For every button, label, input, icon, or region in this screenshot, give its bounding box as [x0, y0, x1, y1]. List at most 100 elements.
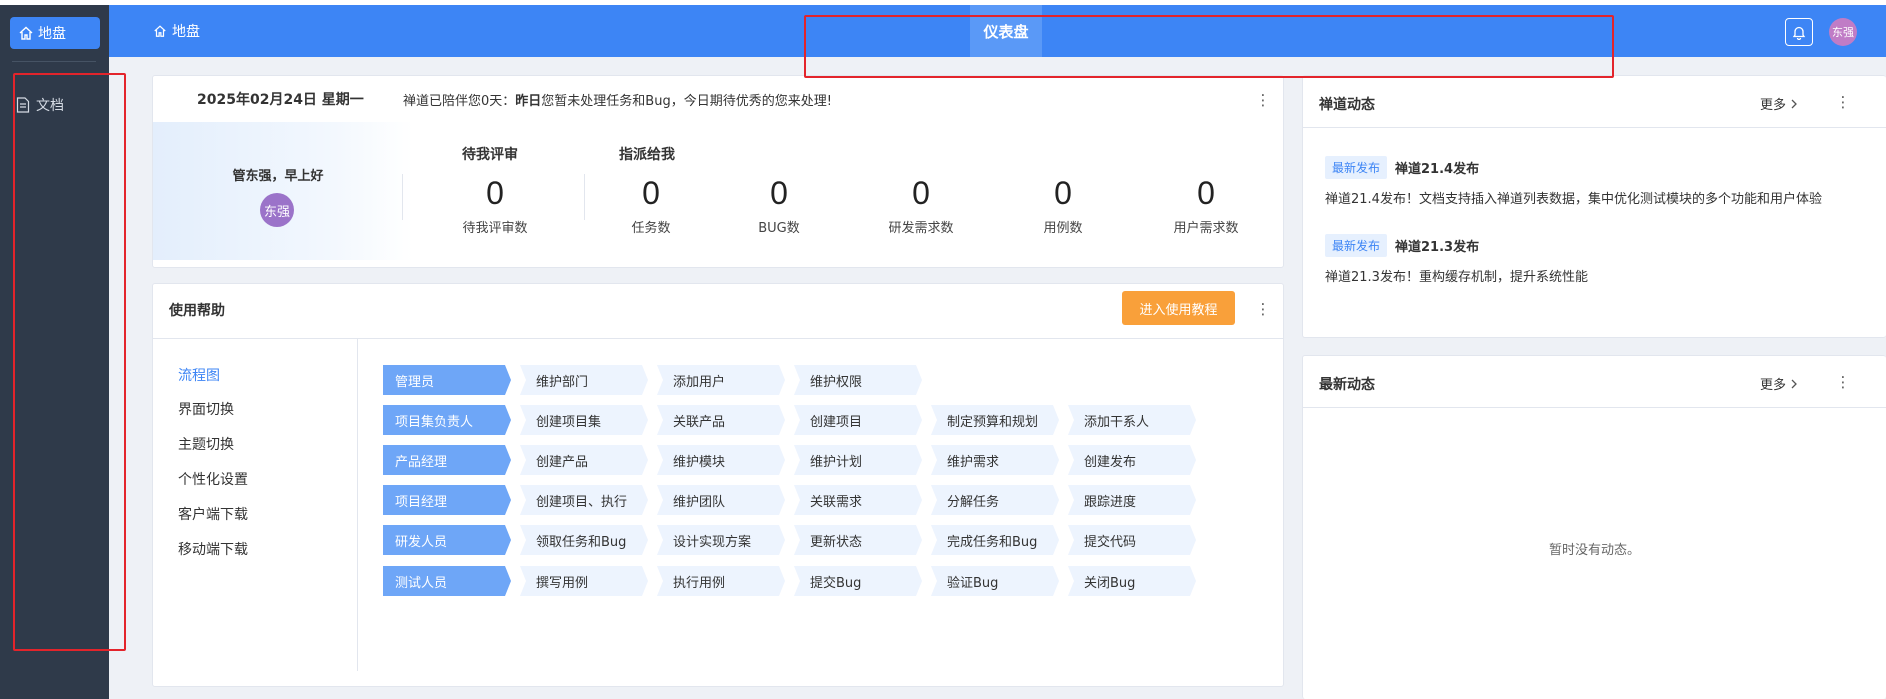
sidebar-divider: [12, 61, 96, 62]
stat-tasks[interactable]: 0 任务数: [581, 175, 721, 236]
home-icon: [19, 26, 33, 40]
tutorial-button[interactable]: 进入使用教程: [1122, 291, 1235, 325]
flow-row-admin: 管理员 维护部门 添加用户 维护权限: [383, 365, 931, 395]
stat-label: 用例数: [1043, 221, 1083, 236]
flow-row-tester: 测试人员 撰写用例 执行用例 提交Bug 验证Bug 关闭Bug: [383, 566, 1205, 596]
flow-step[interactable]: 设计实现方案: [657, 525, 785, 555]
flow-step[interactable]: 维护计划: [794, 445, 922, 475]
more-link[interactable]: 更多: [1760, 94, 1800, 113]
help-menu-mobile-download[interactable]: 移动端下载: [178, 539, 248, 559]
flow-step[interactable]: 完成任务和Bug: [931, 525, 1059, 555]
flow-step[interactable]: 关闭Bug: [1068, 566, 1196, 596]
sidebar-item-label: 地盘: [38, 26, 66, 42]
flow-step[interactable]: 创建项目: [794, 405, 922, 435]
chevron-right-icon: [1791, 99, 1797, 108]
sidebar: 地盘 文档: [0, 5, 109, 699]
stat-label: 用户需求数: [1173, 221, 1239, 236]
flow-step[interactable]: 关联需求: [794, 485, 922, 515]
status-badge: 最新发布: [1325, 234, 1388, 257]
help-menu-flowchart[interactable]: 流程图: [178, 365, 220, 385]
card-menu-button[interactable]: ⋮: [1253, 299, 1273, 319]
stat-value: 0: [912, 175, 930, 211]
help-menu-client-download[interactable]: 客户端下载: [178, 504, 248, 524]
flow-role[interactable]: 项目集负责人: [383, 405, 511, 435]
more-link[interactable]: 更多: [1760, 374, 1800, 393]
user-avatar[interactable]: 东强: [1829, 18, 1857, 46]
stat-value: 0: [642, 175, 660, 211]
help-menu-personalize[interactable]: 个性化设置: [178, 469, 248, 489]
news-item[interactable]: 最新发布 禅道21.3发布: [1325, 234, 1479, 257]
card-menu-button[interactable]: ⋮: [1833, 372, 1853, 392]
flow-step[interactable]: 创建发布: [1068, 445, 1196, 475]
greeting: 管东强，早上好: [232, 169, 324, 184]
more-label: 更多: [1760, 378, 1787, 393]
flow-step[interactable]: 跟踪进度: [1068, 485, 1196, 515]
stat-value: 0: [486, 175, 504, 211]
news-item[interactable]: 最新发布 禅道21.4发布: [1325, 156, 1479, 179]
message-prefix: 禅道已陪伴您0天：: [403, 94, 516, 109]
flow-role[interactable]: 管理员: [383, 365, 511, 395]
home-icon: [154, 25, 166, 37]
card-menu-button[interactable]: ⋮: [1253, 90, 1273, 110]
stat-bugs[interactable]: 0 BUG数: [709, 175, 849, 236]
message-suffix: 您暂未处理任务和Bug，今日期待优秀的您来处理!: [541, 94, 832, 109]
more-label: 更多: [1760, 98, 1787, 113]
breadcrumb-label: 地盘: [172, 24, 200, 40]
news-item-desc: 禅道21.3发布！重构缓存机制，提升系统性能: [1325, 270, 1588, 285]
flow-step[interactable]: 分解任务: [931, 485, 1059, 515]
stat-user-stories[interactable]: 0 用户需求数: [1136, 175, 1276, 236]
flow-step[interactable]: 更新状态: [794, 525, 922, 555]
flow-step[interactable]: 领取任务和Bug: [520, 525, 648, 555]
stat-dev-stories[interactable]: 0 研发需求数: [851, 175, 991, 236]
stat-value: 0: [1054, 175, 1072, 211]
news-item-title: 禅道21.3发布: [1395, 240, 1480, 255]
flow-step[interactable]: 维护部门: [520, 365, 648, 395]
divider: [402, 174, 403, 220]
flow-step[interactable]: 创建产品: [520, 445, 648, 475]
flow-role[interactable]: 测试人员: [383, 566, 511, 596]
flow-step[interactable]: 维护权限: [794, 365, 922, 395]
sidebar-item-label: 文档: [36, 98, 64, 114]
notification-button[interactable]: [1785, 18, 1813, 46]
stat-label: BUG数: [758, 221, 800, 236]
latest-title: 最新动态: [1319, 377, 1375, 393]
flow-role[interactable]: 产品经理: [383, 445, 511, 475]
bell-icon: [1792, 26, 1806, 40]
flow-step[interactable]: 维护模块: [657, 445, 785, 475]
breadcrumb[interactable]: 地盘: [153, 5, 200, 57]
help-menu-ui-switch[interactable]: 界面切换: [178, 399, 234, 419]
document-icon: [16, 97, 30, 113]
flow-step[interactable]: 创建项目集: [520, 405, 648, 435]
avatar[interactable]: 东强: [260, 193, 294, 227]
flow-role[interactable]: 项目经理: [383, 485, 511, 515]
flow-step[interactable]: 添加用户: [657, 365, 785, 395]
flow-step[interactable]: 提交Bug: [794, 566, 922, 596]
current-date: 2025年02月24日 星期一: [197, 92, 364, 108]
flow-row-project-manager: 项目经理 创建项目、执行 维护团队 关联需求 分解任务 跟踪进度: [383, 485, 1205, 515]
flow-step[interactable]: 创建项目、执行: [520, 485, 648, 515]
flow-step[interactable]: 提交代码: [1068, 525, 1196, 555]
flow-step[interactable]: 添加干系人: [1068, 405, 1196, 435]
flow-step[interactable]: 制定预算和规划: [931, 405, 1059, 435]
flow-step[interactable]: 维护团队: [657, 485, 785, 515]
help-menu-theme-switch[interactable]: 主题切换: [178, 434, 234, 454]
stat-review[interactable]: 0 待我评审数: [425, 175, 565, 236]
sidebar-item-doc[interactable]: 文档: [16, 95, 64, 115]
help-card: 使用帮助 进入使用教程 ⋮ 流程图 界面切换 主题切换 个性化设置 客户端下载 …: [152, 283, 1284, 687]
news-item-desc: 禅道21.4发布！文档支持插入禅道列表数据，集中优化测试模块的多个功能和用户体验: [1325, 192, 1822, 207]
stat-value: 0: [1197, 175, 1215, 211]
flow-step[interactable]: 验证Bug: [931, 566, 1059, 596]
latest-activity-card: 最新动态 更多 ⋮ 暂时没有动态。: [1302, 355, 1886, 699]
sidebar-item-home[interactable]: 地盘: [10, 17, 100, 49]
empty-state: 暂时没有动态。: [1548, 543, 1640, 558]
tab-dashboard[interactable]: 仪表盘: [970, 5, 1042, 57]
flow-step[interactable]: 维护需求: [931, 445, 1059, 475]
stat-label: 待我评审数: [462, 221, 528, 236]
stat-cases[interactable]: 0 用例数: [993, 175, 1133, 236]
flow-step[interactable]: 执行用例: [657, 566, 785, 596]
flow-row-product-manager: 产品经理 创建产品 维护模块 维护计划 维护需求 创建发布: [383, 445, 1205, 475]
flow-step[interactable]: 撰写用例: [520, 566, 648, 596]
flow-role[interactable]: 研发人员: [383, 525, 511, 555]
flow-step[interactable]: 关联产品: [657, 405, 785, 435]
card-menu-button[interactable]: ⋮: [1833, 92, 1853, 112]
